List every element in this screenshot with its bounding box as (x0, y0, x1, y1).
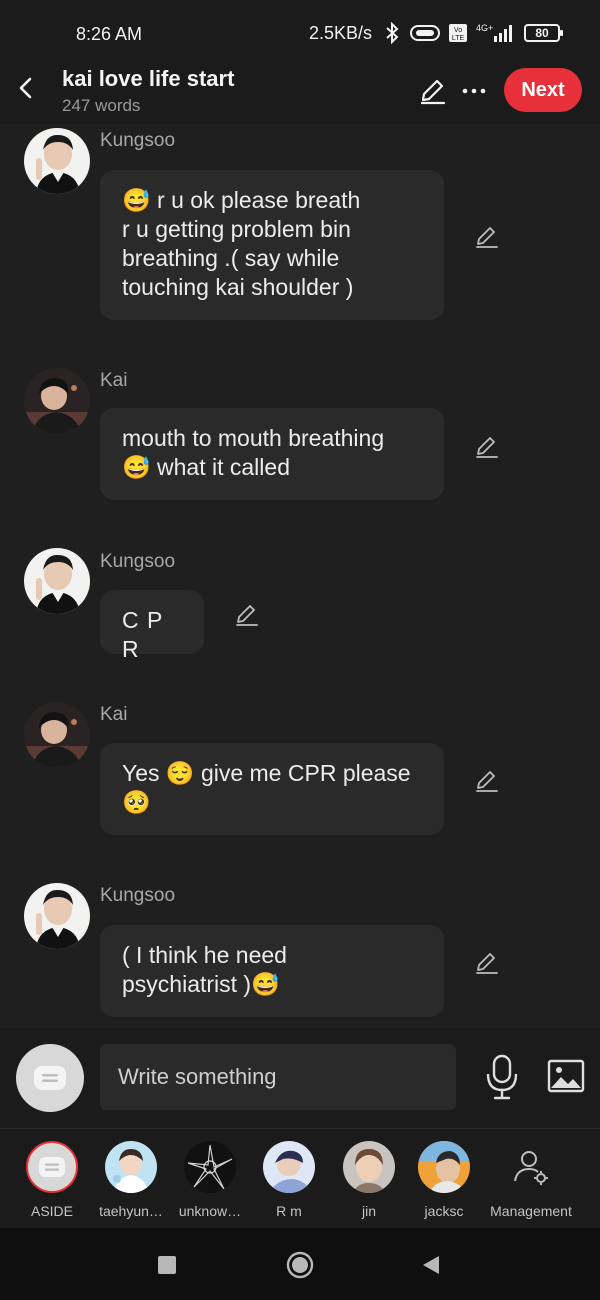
sender-name: Kungsoo (100, 885, 176, 906)
app-header: kai love life start 247 words Next (0, 64, 600, 124)
pencil-icon (476, 227, 498, 248)
message-bubble[interactable]: C P R (100, 590, 204, 662)
aside-toggle-button[interactable] (16, 1044, 84, 1112)
svg-text:LTE: LTE (452, 35, 465, 42)
edit-message-button[interactable] (234, 602, 260, 628)
message-line: r u getting problem bin (122, 216, 351, 242)
status-time: 8:26 AM (76, 24, 143, 44)
character-unknown[interactable]: unknow… (170, 1141, 250, 1219)
image-icon (547, 1059, 585, 1093)
aside-icon (34, 1066, 66, 1090)
message-line: 😅 r u ok please breath (122, 187, 361, 213)
character-label: R m (276, 1203, 302, 1219)
system-nav-bar (0, 1228, 600, 1300)
user-settings-icon (505, 1141, 557, 1193)
character-jackson[interactable]: jacksc (404, 1141, 484, 1219)
svg-text:4G+: 4G+ (476, 23, 493, 33)
message-line: mouth to mouth breathing (122, 425, 385, 451)
message-line: touching kai shoulder ) (122, 274, 354, 300)
avatar (343, 1141, 395, 1193)
pencil-icon (236, 605, 258, 626)
avatar-kai[interactable] (24, 702, 90, 768)
recent-apps-button[interactable] (150, 1248, 184, 1282)
message-line: 🥺 (122, 789, 151, 815)
message-line: ( I think he need (122, 942, 287, 968)
story-title: kai love life start (62, 66, 235, 91)
voice-button[interactable] (482, 1052, 522, 1102)
character-label: unknow… (178, 1203, 242, 1219)
character-label: Management (490, 1203, 572, 1219)
character-taehyun[interactable]: taehyun… (91, 1141, 171, 1219)
status-icons: 2.5KB/s Vo LTE 4G+ 80 (308, 22, 563, 44)
pencil-icon (476, 953, 498, 974)
management-button[interactable]: Management (488, 1141, 574, 1219)
word-count: 247 words (62, 96, 141, 115)
next-button[interactable]: Next (504, 68, 582, 112)
more-dots-icon (462, 88, 486, 94)
edit-title-button[interactable] (418, 76, 448, 106)
character-label: taehyun… (99, 1203, 163, 1219)
edit-message-button[interactable] (474, 768, 500, 794)
microphone-icon (486, 1054, 518, 1100)
volte-icon: Vo LTE (448, 23, 468, 43)
avatar-kungsoo[interactable] (24, 883, 90, 949)
circle-icon (286, 1251, 314, 1279)
avatar-kungsoo[interactable] (24, 128, 90, 194)
pencil-icon (476, 771, 498, 792)
avatar-kai[interactable] (24, 368, 90, 434)
back-button[interactable] (12, 74, 40, 102)
pencil-icon (476, 437, 498, 458)
character-label: jacksc (424, 1203, 464, 1219)
avatar (418, 1141, 470, 1193)
sender-name: Kungsoo (100, 551, 176, 572)
message-line: breathing .( say while (122, 245, 340, 271)
status-bar: 8:26 AM 2.5KB/s Vo LTE 4G+ 80 (0, 0, 600, 64)
message-input[interactable]: Write something (100, 1044, 456, 1110)
character-aside[interactable]: ASIDE (12, 1141, 92, 1219)
message-line: psychiatrist )😅 (122, 971, 280, 997)
hotspot-icon (410, 24, 440, 42)
more-options-button[interactable] (460, 76, 488, 106)
character-jin[interactable]: jin (329, 1141, 409, 1219)
edit-message-button[interactable] (474, 950, 500, 976)
square-icon (158, 1256, 176, 1274)
back-nav-button[interactable] (414, 1248, 448, 1282)
sender-name: Kai (100, 370, 128, 391)
avatar (105, 1141, 157, 1193)
sender-name: Kai (100, 704, 128, 725)
edit-message-button[interactable] (474, 224, 500, 250)
insert-image-button[interactable] (546, 1056, 586, 1096)
character-rm[interactable]: R m (249, 1141, 329, 1219)
pencil-icon (420, 79, 446, 105)
message-bubble[interactable]: mouth to mouth breathing 😅 what it calle… (100, 408, 444, 500)
chevron-left-icon (19, 77, 32, 99)
character-label: ASIDE (30, 1203, 73, 1219)
aside-icon (26, 1141, 78, 1193)
avatar (184, 1141, 236, 1193)
character-label: jin (361, 1203, 376, 1219)
message-bubble[interactable]: Yes 😌 give me CPR please 🥺 (100, 743, 444, 835)
signal-icon: 4G+ (476, 22, 516, 44)
message-bubble[interactable]: ( I think he need psychiatrist )😅 (100, 925, 444, 1017)
edit-message-button[interactable] (474, 434, 500, 460)
avatar-kungsoo[interactable] (24, 548, 90, 614)
home-button[interactable] (283, 1248, 317, 1282)
network-speed: 2.5KB/s (308, 22, 372, 43)
composer: Write something (0, 1028, 600, 1128)
avatar (263, 1141, 315, 1193)
battery-icon: 80 (524, 24, 563, 42)
message-line: C P R (122, 607, 163, 662)
character-bar: ASIDE taehyun… unknow… R m jin jacksc Ma… (0, 1128, 600, 1228)
sender-name: Kungsoo (100, 130, 176, 151)
triangle-back-icon (423, 1256, 439, 1274)
message-line: Yes 😌 give me CPR please (122, 760, 411, 786)
svg-text:Vo: Vo (454, 27, 462, 34)
message-bubble[interactable]: 😅 r u ok please breath r u getting probl… (100, 170, 444, 320)
message-line: 😅 what it called (122, 454, 290, 480)
bluetooth-icon (382, 22, 402, 44)
